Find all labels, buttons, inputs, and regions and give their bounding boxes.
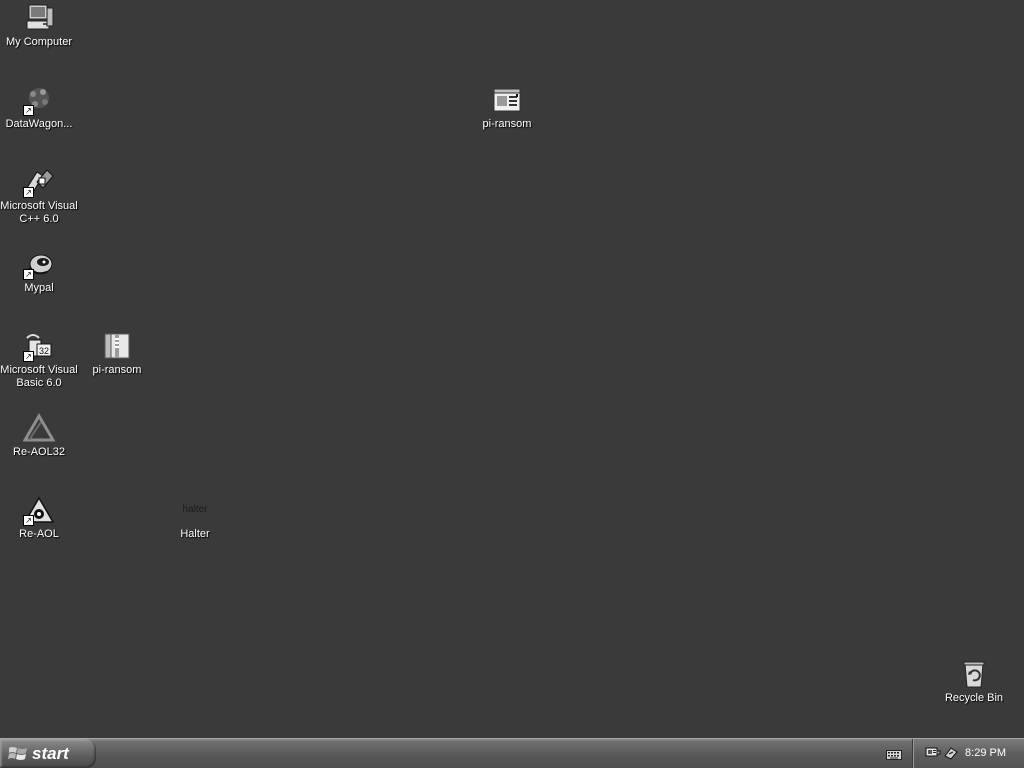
desktop-icon-label: My Computer: [5, 36, 73, 48]
desktop-icon-label: Re-AOL32: [13, 446, 65, 458]
desktop-icon-re-aol[interactable]: ↗ Re-AOL: [0, 494, 78, 541]
desktop-icon-halter[interactable]: halter Halter: [156, 494, 234, 541]
desktop: My Computer ↗ DataWagon... ↗ Microsoft V: [0, 0, 1024, 738]
desktop-icon-datawagon[interactable]: ↗ DataWagon...: [0, 84, 78, 131]
desktop-icon-label: pi-ransom: [482, 118, 532, 130]
windows-logo-icon: [8, 745, 28, 763]
desktop-icon-pi-ransom-file[interactable]: pi-ransom: [468, 84, 546, 131]
window-document-icon: [491, 84, 523, 116]
halter-icon: halter: [179, 494, 211, 526]
recycle-bin-icon: [958, 658, 990, 690]
desktop-icon-recycle-bin[interactable]: Recycle Bin: [935, 658, 1013, 705]
desktop-icon-label: Mypal: [24, 282, 54, 294]
desktop-icon-label: Halter: [180, 528, 210, 540]
aol-icon: ↗: [23, 494, 55, 526]
system-tray: 8:29 PM: [912, 739, 1024, 768]
desktop-icon-mypal[interactable]: ↗ Mypal: [0, 248, 78, 295]
computer-icon: [23, 2, 55, 34]
shortcut-arrow-icon: ↗: [23, 269, 34, 280]
desktop-icon-my-computer[interactable]: My Computer: [0, 2, 78, 49]
desktop-icon-re-aol32[interactable]: Re-AOL32: [0, 412, 78, 459]
desktop-icon-label: Re-AOL: [19, 528, 59, 540]
desktop-icon-label: Recycle Bin: [944, 692, 1004, 704]
desktop-icon-pi-ransom-archive[interactable]: pi-ransom: [78, 330, 156, 377]
zip-folder-icon: [101, 330, 133, 362]
datawagon-icon: ↗: [23, 84, 55, 116]
shortcut-arrow-icon: ↗: [23, 351, 34, 362]
desktop-icon-label: Microsoft Visual C++ 6.0: [0, 200, 78, 225]
visual-cpp-icon: ↗: [23, 166, 55, 198]
taskbar: start 8:29 PM: [0, 738, 1024, 768]
taskbar-window-area[interactable]: [100, 742, 875, 765]
mypal-icon: ↗: [23, 248, 55, 280]
shortcut-arrow-icon: ↗: [23, 105, 34, 116]
start-label: start: [32, 743, 69, 763]
clock[interactable]: 8:29 PM: [965, 747, 1006, 759]
shortcut-arrow-icon: ↗: [23, 515, 34, 526]
desktop-icon-msvb[interactable]: 32 ↗ Microsoft Visual Basic 6.0: [0, 330, 78, 390]
desktop-icon-label: Microsoft Visual Basic 6.0: [0, 364, 78, 389]
shortcut-arrow-icon: ↗: [23, 187, 34, 198]
network-icon[interactable]: [925, 746, 941, 760]
volume-icon[interactable]: [943, 746, 959, 760]
desktop-icon-label: DataWagon...: [5, 118, 73, 130]
desktop-icon-label: pi-ransom: [92, 364, 142, 376]
aol-triangle-icon: [23, 412, 55, 444]
svg-text:32: 32: [39, 346, 49, 356]
start-button[interactable]: start: [0, 739, 96, 768]
halter-icon-text: halter: [182, 504, 208, 515]
keyboard-icon[interactable]: [886, 747, 902, 760]
visual-basic-icon: 32 ↗: [23, 330, 55, 362]
desktop-icon-msvc[interactable]: ↗ Microsoft Visual C++ 6.0: [0, 166, 78, 226]
